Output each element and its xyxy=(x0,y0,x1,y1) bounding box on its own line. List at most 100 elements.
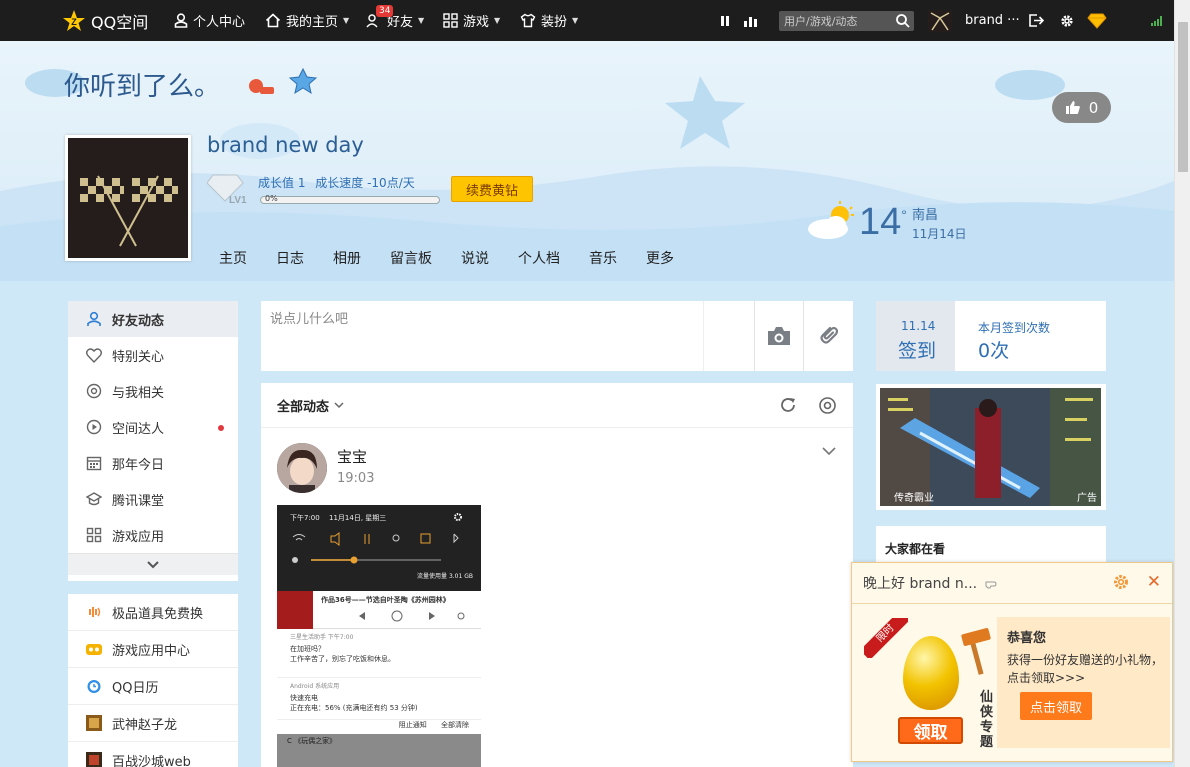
app-item-qq-calendar[interactable]: QQ日历 xyxy=(68,668,238,705)
attachment-icon[interactable] xyxy=(816,323,840,347)
game-ad-banner[interactable]: 传奇霸业 广告 xyxy=(876,384,1106,510)
nav-music[interactable]: 音乐 xyxy=(589,248,617,268)
sidebar-item-label: 游戏应用 xyxy=(112,529,165,545)
pause-button[interactable] xyxy=(720,0,730,41)
gear-icon xyxy=(1061,14,1073,27)
claim-now-button[interactable]: 点击领取 xyxy=(1020,692,1092,720)
notification-body: 工作辛苦了，别忘了吃饭和休息。 xyxy=(290,655,395,663)
vip-diamond-button[interactable] xyxy=(1087,0,1107,41)
sound-icon xyxy=(85,604,103,620)
level-diamond-icon: LV1 xyxy=(206,174,247,206)
svg-text:Z: Z xyxy=(71,17,77,27)
settings-icon[interactable] xyxy=(818,396,837,415)
post-author-name[interactable]: 宝宝 xyxy=(337,446,367,467)
qzone-logo[interactable]: Z QQ空间 xyxy=(62,0,148,41)
app-item-label: 游戏应用中心 xyxy=(112,643,191,659)
games-menu[interactable]: 游戏 ▼ xyxy=(443,0,500,41)
app-item-game-center[interactable]: 游戏应用中心 xyxy=(68,631,238,668)
charging-body: 正在充电：56% (充满电还有约 53 分钟) xyxy=(290,704,418,712)
scrollbar-thumb[interactable] xyxy=(1178,22,1188,172)
checkin-button[interactable]: 签到 xyxy=(898,336,936,363)
trending-panel: 大家都在看 xyxy=(876,526,1106,566)
game-name: 仙侠专题 xyxy=(980,690,994,750)
thumbs-up-icon xyxy=(1065,101,1080,114)
diamond-icon xyxy=(1087,13,1107,29)
degree-sign: ° xyxy=(901,207,907,223)
close-icon[interactable]: ✕ xyxy=(1147,572,1161,592)
sidebar-item-space-expert[interactable]: 空间达人 xyxy=(68,409,238,445)
chevron-down-icon[interactable] xyxy=(821,446,837,456)
divider xyxy=(754,301,755,371)
chevron-down-icon xyxy=(147,561,159,569)
person-icon xyxy=(85,311,103,327)
app-item-wushen-zhaozilong[interactable]: 武神赵子龙 xyxy=(68,705,238,742)
feed-filter-label[interactable]: 全部动态 xyxy=(277,396,329,415)
nav-album[interactable]: 相册 xyxy=(333,248,361,268)
level-text: LV1 xyxy=(229,195,247,206)
stats-button[interactable] xyxy=(743,0,759,41)
search-icon[interactable] xyxy=(895,13,910,28)
app-item-baizhan-shacheng[interactable]: 百战沙城web xyxy=(68,742,238,767)
pause-icon xyxy=(721,15,729,26)
sidebar-expand-button[interactable] xyxy=(68,553,238,575)
sidebar-item-tencent-classroom[interactable]: 腾讯课堂 xyxy=(68,481,238,517)
popup-description: 获得一份好友赠送的小礼物，点击领取>>> xyxy=(1007,653,1164,685)
user-avatar xyxy=(928,9,952,32)
post-screenshot-image[interactable]: 下午7:00 11月14日, 星期三 流量使用量 3.01 GB 作品36号——… xyxy=(277,505,481,767)
chevron-down-icon[interactable] xyxy=(333,401,345,409)
user-menu[interactable]: brand ··· xyxy=(928,0,1020,41)
sidebar-item-special-care[interactable]: 特别关心 xyxy=(68,337,238,373)
friends-count-badge: 34 xyxy=(376,5,394,17)
status-composer[interactable]: 说点儿什么吧 xyxy=(261,301,853,371)
friends-menu[interactable]: 34 好友 ▼ xyxy=(366,0,424,41)
dress-up-menu[interactable]: 装扮 ▼ xyxy=(520,0,578,41)
status-date: 11月14日, 星期三 xyxy=(329,514,387,522)
nav-home[interactable]: 主页 xyxy=(219,248,247,268)
golden-egg-image xyxy=(903,636,959,710)
divider xyxy=(803,301,804,371)
feed-header: 全部动态 xyxy=(261,383,853,428)
camera-icon[interactable] xyxy=(766,325,792,347)
charging-notification: Android 系统应用 快速充电 正在充电：56% (充满电还有约 53 分钟… xyxy=(277,677,481,719)
nickname[interactable]: brand new day xyxy=(207,133,364,157)
gear-icon[interactable] xyxy=(1112,573,1130,591)
popup-title: 恭喜您 xyxy=(1007,631,1047,646)
profile-avatar[interactable] xyxy=(65,135,191,261)
play-icon xyxy=(85,419,103,435)
search-input[interactable]: 用户/游戏/动态 xyxy=(779,11,914,31)
nav-message-board[interactable]: 留言板 xyxy=(390,248,432,268)
shirt-icon xyxy=(520,13,536,28)
app-item-label: 武神赵子龙 xyxy=(112,717,178,733)
sidebar-item-friend-feed[interactable]: 好友动态 xyxy=(68,301,238,337)
personal-center-link[interactable]: 个人中心 xyxy=(174,0,245,41)
signal-indicator xyxy=(1151,0,1163,41)
nav-more[interactable]: 更多 xyxy=(646,248,674,268)
nav-profile[interactable]: 个人档 xyxy=(518,248,560,268)
work-notification: 三星生活助手 下午7:00 在加班吗？ 工作辛苦了，别忘了吃饭和休息。 xyxy=(277,629,481,677)
personal-center-label: 个人中心 xyxy=(193,15,246,30)
partly-cloudy-icon xyxy=(808,201,854,239)
settings-button[interactable] xyxy=(1059,0,1075,41)
logout-button[interactable] xyxy=(1028,0,1044,41)
notification-title: 在加班吗？ xyxy=(290,645,325,653)
claim-button[interactable]: 领取 xyxy=(898,717,963,744)
post-author-avatar[interactable] xyxy=(277,443,327,493)
status-time: 下午7:00 xyxy=(290,514,320,522)
sidebar-item-game-apps[interactable]: 游戏应用 xyxy=(68,517,238,553)
like-button[interactable]: 0 xyxy=(1052,92,1111,123)
refresh-icon[interactable] xyxy=(779,396,797,414)
nav-moments[interactable]: 说说 xyxy=(461,248,489,268)
page-scrollbar[interactable] xyxy=(1174,0,1190,767)
chevron-down-icon: ▼ xyxy=(418,16,425,25)
my-homepage-menu[interactable]: 我的主页 ▼ xyxy=(265,0,349,41)
progress-text: 0% xyxy=(265,194,278,203)
sidebar-item-this-day[interactable]: 那年今日 xyxy=(68,445,238,481)
renew-vip-button[interactable]: 续费黄钻 xyxy=(451,176,533,202)
level-badge[interactable]: LV1 xyxy=(206,172,249,209)
sidebar-item-related-to-me[interactable]: 与我相关 xyxy=(68,373,238,409)
gear-icon xyxy=(454,513,462,521)
app-item-free-items[interactable]: 极品道具免费换 xyxy=(68,594,238,631)
nav-blog[interactable]: 日志 xyxy=(276,248,304,268)
growth-speed: 成长速度 -10点/天 xyxy=(315,176,415,190)
profile-nav: 主页 日志 相册 留言板 说说 个人档 音乐 更多 xyxy=(219,248,674,268)
